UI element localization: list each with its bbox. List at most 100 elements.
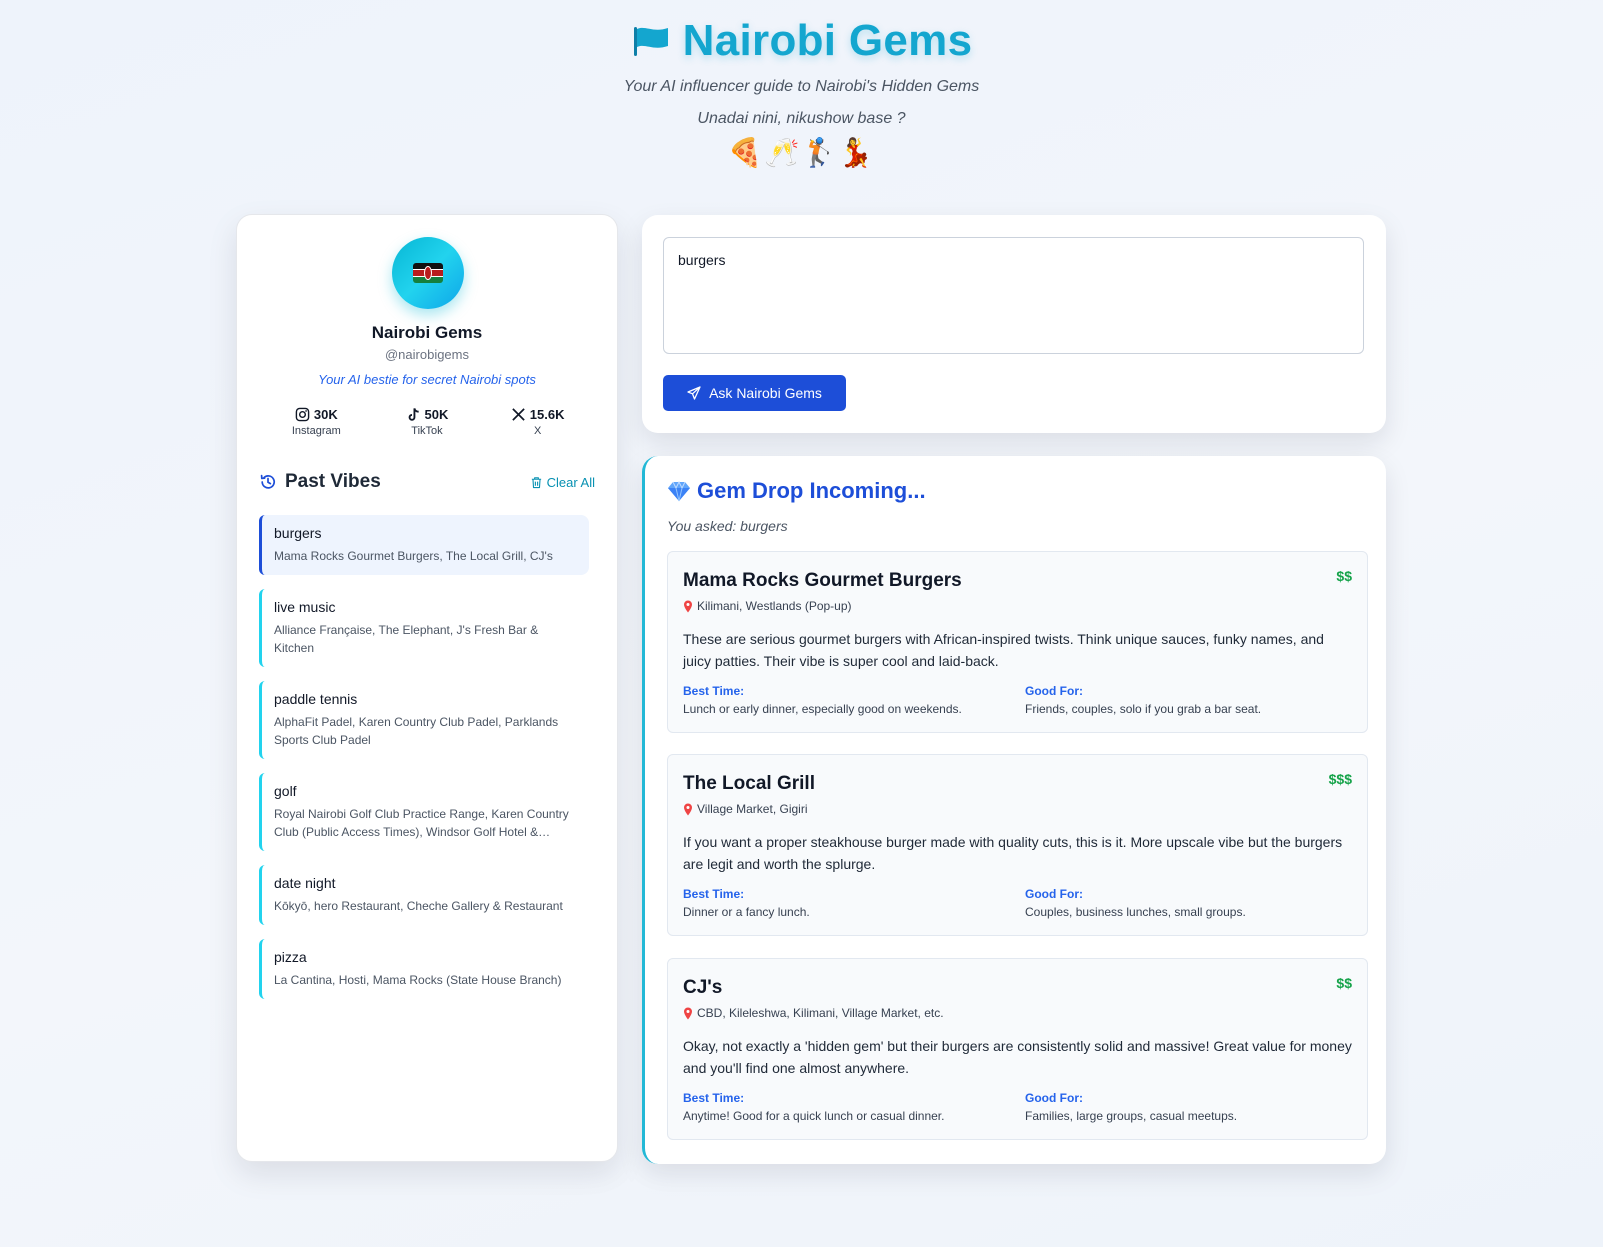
pin-icon bbox=[684, 803, 692, 815]
good-for: Good For: Friends, couples, solo if you … bbox=[1025, 684, 1355, 716]
title-row: Nairobi Gems bbox=[0, 14, 1603, 68]
social-stats: 30K Instagram 50K TikTok 15.6K X bbox=[237, 405, 617, 438]
history-query: golf bbox=[274, 783, 297, 799]
profile-card: Nairobi Gems @nairobigems Your AI bestie… bbox=[236, 214, 618, 1162]
best-time-label: Best Time: bbox=[683, 887, 745, 901]
past-vibes-header: Past Vibes Clear All bbox=[259, 471, 595, 493]
history-item[interactable]: paddle tennis AlphaFit Padel, Karen Coun… bbox=[259, 681, 589, 759]
results-card: Gem Drop Incoming... You asked: burgers … bbox=[642, 456, 1386, 1164]
good-for-label: Good For: bbox=[1025, 887, 1083, 901]
best-time-value: Dinner or a fancy lunch. bbox=[683, 905, 810, 919]
spot-name: Mama Rocks Gourmet Burgers bbox=[683, 570, 962, 591]
trash-icon bbox=[531, 476, 541, 488]
stat-label: TikTok bbox=[411, 425, 443, 437]
spot-price: $$ bbox=[1336, 975, 1352, 991]
flag-icon bbox=[633, 27, 668, 56]
spot-location-text: Kilimani, Westlands (Pop-up) bbox=[697, 599, 852, 613]
good-for-value: Friends, couples, solo if you grab a bar… bbox=[1025, 702, 1262, 716]
spot-card: CJ's $$ CBD, Kileleshwa, Kilimani, Villa… bbox=[667, 958, 1368, 1140]
query-card: Ask Nairobi Gems bbox=[642, 215, 1386, 433]
best-time-label: Best Time: bbox=[683, 1091, 745, 1105]
good-for-value: Families, large groups, casual meetups. bbox=[1025, 1109, 1238, 1123]
best-time-value: Lunch or early dinner, especially good o… bbox=[683, 702, 962, 716]
past-vibes-title: Past Vibes bbox=[259, 471, 381, 493]
past-vibes-label: Past Vibes bbox=[285, 471, 381, 492]
pin-icon bbox=[684, 1007, 692, 1019]
spot-price: $$ bbox=[1336, 568, 1352, 584]
profile-name: Nairobi Gems bbox=[371, 323, 483, 342]
history-item[interactable]: golf Royal Nairobi Golf Club Practice Ra… bbox=[259, 773, 589, 851]
history-item[interactable]: burgers Mama Rocks Gourmet Burgers, The … bbox=[259, 515, 589, 575]
results-title: Gem Drop Incoming... bbox=[667, 478, 926, 504]
pin-icon bbox=[684, 600, 692, 612]
profile-handle: @nairobigems bbox=[384, 347, 469, 362]
history-item[interactable]: live music Alliance Française, The Eleph… bbox=[259, 589, 589, 667]
spot-price: $$$ bbox=[1328, 771, 1352, 787]
history-query: date night bbox=[274, 875, 336, 891]
spot-location: Village Market, Gigiri bbox=[683, 802, 807, 816]
profile-bio: Your AI bestie for secret Nairobi spots bbox=[318, 372, 536, 387]
spot-location: CBD, Kileleshwa, Kilimani, Village Marke… bbox=[683, 1006, 944, 1020]
good-for: Good For: Couples, business lunches, sma… bbox=[1025, 887, 1355, 919]
good-for-label: Good For: bbox=[1025, 1091, 1083, 1105]
history-answer: Alliance Française, The Elephant, J's Fr… bbox=[274, 623, 539, 655]
history-query: live music bbox=[274, 599, 336, 615]
send-icon bbox=[687, 386, 701, 400]
clear-all-button[interactable]: Clear All bbox=[530, 475, 595, 490]
avatar bbox=[392, 237, 464, 309]
emoji-row: 🍕🥂🏌️💃 bbox=[727, 137, 876, 168]
best-time: Best Time: Lunch or early dinner, especi… bbox=[683, 684, 1013, 716]
stat-x[interactable]: 15.6K X bbox=[483, 405, 593, 437]
history-icon bbox=[260, 474, 276, 489]
results-title-label: Gem Drop Incoming... bbox=[697, 478, 926, 503]
spot-location-text: CBD, Kileleshwa, Kilimani, Village Marke… bbox=[697, 1006, 944, 1020]
spot-description: Okay, not exactly a 'hidden gem' but the… bbox=[683, 1038, 1352, 1076]
history-answer: Mama Rocks Gourmet Burgers, The Local Gr… bbox=[274, 549, 553, 563]
spot-location-text: Village Market, Gigiri bbox=[697, 802, 808, 816]
good-for-value: Couples, business lunches, small groups. bbox=[1025, 905, 1246, 919]
best-time: Best Time: Anytime! Good for a quick lun… bbox=[683, 1091, 1013, 1123]
ask-button[interactable]: Ask Nairobi Gems bbox=[663, 375, 846, 411]
x-icon bbox=[512, 407, 525, 421]
stat-label: Instagram bbox=[291, 425, 341, 437]
spot-name: CJ's bbox=[683, 977, 723, 998]
history-query: burgers bbox=[274, 525, 322, 541]
spot-card: The Local Grill $$$ Village Market, Gigi… bbox=[667, 754, 1368, 936]
history-query: paddle tennis bbox=[274, 691, 358, 707]
spot-location: Kilimani, Westlands (Pop-up) bbox=[683, 599, 852, 613]
gem-icon bbox=[668, 480, 690, 502]
stat-instagram[interactable]: 30K Instagram bbox=[261, 405, 371, 438]
instagram-icon bbox=[295, 407, 310, 421]
tiktok-icon bbox=[408, 407, 419, 421]
history-answer: AlphaFit Padel, Karen Country Club Padel… bbox=[274, 715, 559, 747]
best-time-label: Best Time: bbox=[683, 684, 745, 698]
stat-value: 50K bbox=[424, 406, 449, 422]
app-subtitle: Your AI influencer guide to Nairobi's Hi… bbox=[623, 78, 980, 95]
history-list: burgers Mama Rocks Gourmet Burgers, The … bbox=[259, 515, 589, 1013]
best-time-value: Anytime! Good for a quick lunch or casua… bbox=[683, 1109, 945, 1123]
stat-value: 30K bbox=[313, 406, 338, 422]
spot-card: Mama Rocks Gourmet Burgers $$ Kilimani, … bbox=[667, 551, 1368, 733]
spot-name: The Local Grill bbox=[683, 773, 815, 794]
spot-description: If you want a proper steakhouse burger m… bbox=[683, 834, 1343, 872]
history-answer: La Cantina, Hosti, Mama Rocks (State Hou… bbox=[274, 973, 562, 987]
good-for: Good For: Families, large groups, casual… bbox=[1025, 1091, 1355, 1123]
kenya-flag-icon bbox=[413, 263, 443, 283]
history-item[interactable]: date night Kōkyō, hero Restaurant, Chech… bbox=[259, 865, 589, 925]
ask-button-label: Ask Nairobi Gems bbox=[709, 385, 822, 401]
stat-value: 15.6K bbox=[529, 406, 565, 422]
stat-label: X bbox=[533, 425, 542, 437]
history-answer: Royal Nairobi Golf Club Practice Range, … bbox=[274, 807, 569, 839]
clear-all-label: Clear All bbox=[546, 474, 595, 490]
good-for-label: Good For: bbox=[1025, 684, 1083, 698]
query-input[interactable] bbox=[663, 237, 1364, 354]
stat-tiktok[interactable]: 50K TikTok bbox=[372, 405, 482, 437]
best-time: Best Time: Dinner or a fancy lunch. bbox=[683, 887, 1013, 919]
app-tagline: Unadai nini, nikushow base ? bbox=[697, 110, 906, 127]
app-title: Nairobi Gems bbox=[682, 16, 973, 65]
history-query: pizza bbox=[274, 949, 307, 965]
history-item[interactable]: pizza La Cantina, Hosti, Mama Rocks (Sta… bbox=[259, 939, 589, 999]
results-asked: You asked: burgers bbox=[667, 518, 788, 534]
history-answer: Kōkyō, hero Restaurant, Cheche Gallery &… bbox=[274, 899, 563, 913]
page-header: Nairobi Gems Your AI influencer guide to… bbox=[0, 14, 1603, 172]
